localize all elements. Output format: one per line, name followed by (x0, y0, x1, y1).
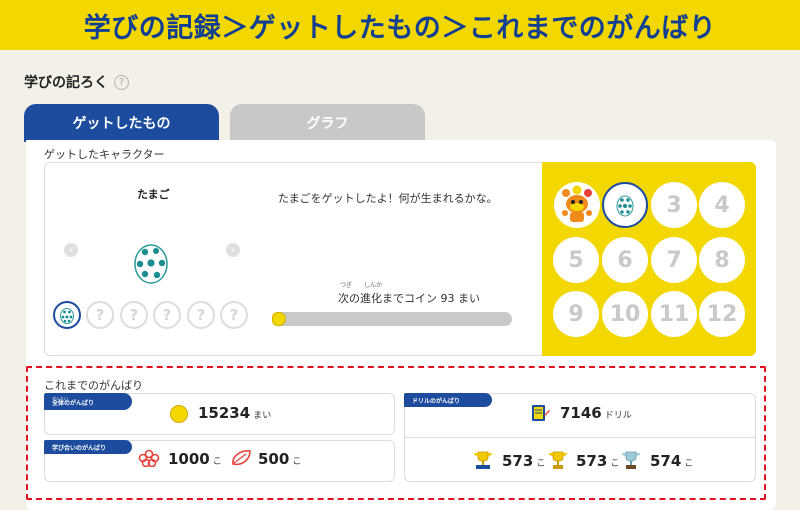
character-grid-slot[interactable]: 7 (651, 237, 697, 283)
prev-arrow-icon[interactable]: ‹ (64, 243, 78, 257)
monster-character-icon (556, 184, 598, 226)
evolution-progress-bar (272, 312, 512, 326)
character-slot-unknown[interactable]: ? (153, 301, 181, 329)
small-egg-icon (60, 308, 74, 324)
egg-character-icon (616, 195, 634, 217)
trophy-count-3: 574 (650, 452, 682, 470)
leaf-stat: 500 こ (258, 450, 301, 468)
leaf-unit: こ (292, 457, 302, 467)
egg-character-icon (134, 244, 168, 284)
drill-card-divider (404, 437, 756, 438)
trophy-count-1: 573 (502, 452, 534, 470)
silver-trophy-icon (622, 451, 640, 469)
character-slot-egg[interactable] (53, 301, 81, 329)
character-slot-unknown[interactable]: ? (120, 301, 148, 329)
character-name: たまご (137, 188, 170, 201)
flower-icon (138, 449, 160, 467)
evolution-unit: まい (458, 292, 480, 305)
character-slot-unknown[interactable]: ? (187, 301, 215, 329)
drill-stat: 7146 ドリル (560, 404, 632, 422)
gold-trophy-icon (549, 451, 567, 469)
leaf-icon (232, 450, 251, 466)
character-grid-slot[interactable]: 5 (553, 237, 599, 283)
overall-effort-tag: ぜんたい 全体のがんばり (44, 393, 132, 410)
overall-coin-unit: まい (253, 411, 272, 421)
evolution-prefix: 次の進化までコイン (338, 292, 437, 305)
flower-count: 1000 (168, 450, 210, 468)
page-title-text: 学びの記ろく (24, 75, 108, 91)
character-grid-slot[interactable]: 6 (602, 237, 648, 283)
progress-coin-icon (272, 312, 286, 326)
character-grid-egg[interactable] (602, 182, 648, 228)
gold-trophy-icon (474, 451, 492, 469)
trophy-stat-3: 574 こ (650, 452, 693, 470)
page-banner: 学びの記録＞ゲットしたもの＞これまでのがんばり (0, 0, 800, 50)
evolution-ruby: つぎ しんか (340, 280, 382, 289)
trophy-unit-3: こ (684, 459, 694, 469)
character-grid-slot[interactable]: 8 (699, 237, 745, 283)
trophy-unit-1: こ (536, 459, 546, 469)
drill-unit: ドリル (604, 411, 632, 421)
overall-effort-stat: 15234 まい (198, 404, 271, 422)
next-arrow-icon[interactable]: › (226, 243, 240, 257)
character-section-label: ゲットしたキャラクター (44, 148, 165, 161)
character-grid-slot[interactable]: 9 (553, 291, 599, 337)
leaf-count: 500 (258, 450, 290, 468)
character-grid-slot[interactable]: 10 (602, 291, 648, 337)
character-slot-unknown[interactable]: ? (220, 301, 248, 329)
character-slot-unknown[interactable]: ? (86, 301, 114, 329)
efforts-section-label: これまでのがんばり (44, 379, 143, 392)
banner-title: 学びの記録＞ゲットしたもの＞これまでのがんばり (83, 12, 717, 44)
flower-stat: 1000 こ (168, 450, 222, 468)
overall-coin-count: 15234 (198, 404, 251, 422)
drill-effort-tag: ドリルのがんばり (404, 393, 492, 407)
character-grid-slot[interactable]: 3 (651, 182, 697, 228)
help-icon[interactable]: ? (114, 74, 129, 90)
flower-unit: こ (212, 457, 222, 467)
overall-tag-label: 全体のがんばり (52, 399, 95, 407)
evolution-coins: 93 (440, 292, 455, 305)
evolution-text: 次の進化までコイン 93 まい (338, 290, 480, 306)
trophy-stat-1: 573 こ (502, 452, 545, 470)
tab-get-items[interactable]: ゲットしたもの (24, 104, 219, 142)
character-grid-slot[interactable]: 12 (699, 291, 745, 337)
character-grid-monster[interactable] (554, 182, 600, 228)
drill-count: 7146 (560, 404, 602, 422)
tab-graph[interactable]: グラフ (230, 104, 425, 142)
trophy-stat-2: 573 こ (576, 452, 619, 470)
character-grid-slot[interactable]: 4 (699, 182, 745, 228)
ruby-shinka: しんか (363, 282, 382, 289)
character-message: たまごをゲットしたよ！何が生まれるかな。 (278, 192, 498, 205)
ruby-tsugi: つぎ (340, 282, 353, 289)
trophy-count-2: 573 (576, 452, 608, 470)
character-grid-slot[interactable]: 11 (651, 291, 697, 337)
mutual-effort-tag: 学び合いのがんばり (44, 440, 132, 454)
drill-notebook-icon (532, 405, 550, 421)
trophy-unit-2: こ (610, 459, 620, 469)
page-title: 学びの記ろく ? (24, 72, 129, 92)
coin-icon (170, 405, 188, 423)
